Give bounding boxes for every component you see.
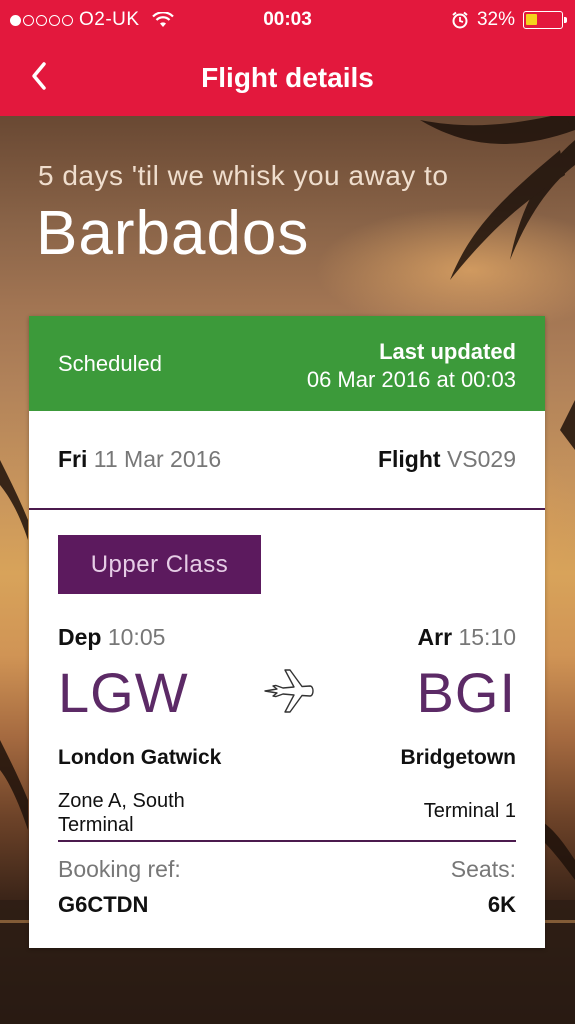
seats-value: 6K [487,892,516,917]
flight-card: Scheduled Last updated 06 Mar 2016 at 00… [29,316,545,948]
departure-airport-code: LGW [58,661,189,724]
flight-number-value: VS029 [446,446,516,472]
cabin-class-badge: Upper Class [58,535,261,594]
arrival-time: Arr 15:10 [418,624,516,651]
divider [58,840,516,842]
countdown-text: 5 days 'til we whisk you away to [38,160,449,191]
flight-date-value: 11 Mar 2016 [93,446,222,472]
arrival-city: Bridgetown [400,746,517,769]
alarm-icon [452,11,468,29]
arrival-airport-code: BGI [416,661,516,724]
departure-time: Dep 10:05 [58,624,165,651]
flight-status-banner: Scheduled Last updated 06 Mar 2016 at 00… [29,316,545,411]
battery-level [526,14,537,25]
battery-percent: 32% [476,9,515,30]
last-updated-label: Last updated [379,339,516,364]
booking-ref-label: Booking ref: [58,856,181,882]
flight-day: Fri [58,446,88,472]
battery-icon [523,11,567,29]
arr-time-value: 15:10 [458,624,516,650]
arr-label: Arr [417,624,453,650]
status-bar-right: 32% [451,9,567,31]
flight-number: Flight VS029 [378,446,516,473]
dep-label: Dep [58,624,102,650]
departure-city: London Gatwick [58,746,222,769]
page-title: Flight details [201,62,374,93]
last-updated-value: 06 Mar 2016 at 00:03 [306,367,516,392]
departure-terminal: Zone A, South Terminal [58,790,185,836]
arrival-terminal: Terminal 1 [423,800,516,822]
nav-bar: Flight details [0,40,575,116]
flight-label: Flight [377,446,441,472]
dep-time-value: 10:05 [107,624,166,650]
booking-ref-value: G6CTDN [58,892,149,917]
flight-date: Fri 11 Mar 2016 [58,446,221,473]
status-bar: O2-UK 00:03 32% [0,0,575,40]
flight-status: Scheduled [58,351,162,376]
airplane-icon [264,669,314,713]
seats-label: Seats: [450,856,516,882]
divider [29,508,545,510]
destination-title: Barbados [36,199,310,268]
